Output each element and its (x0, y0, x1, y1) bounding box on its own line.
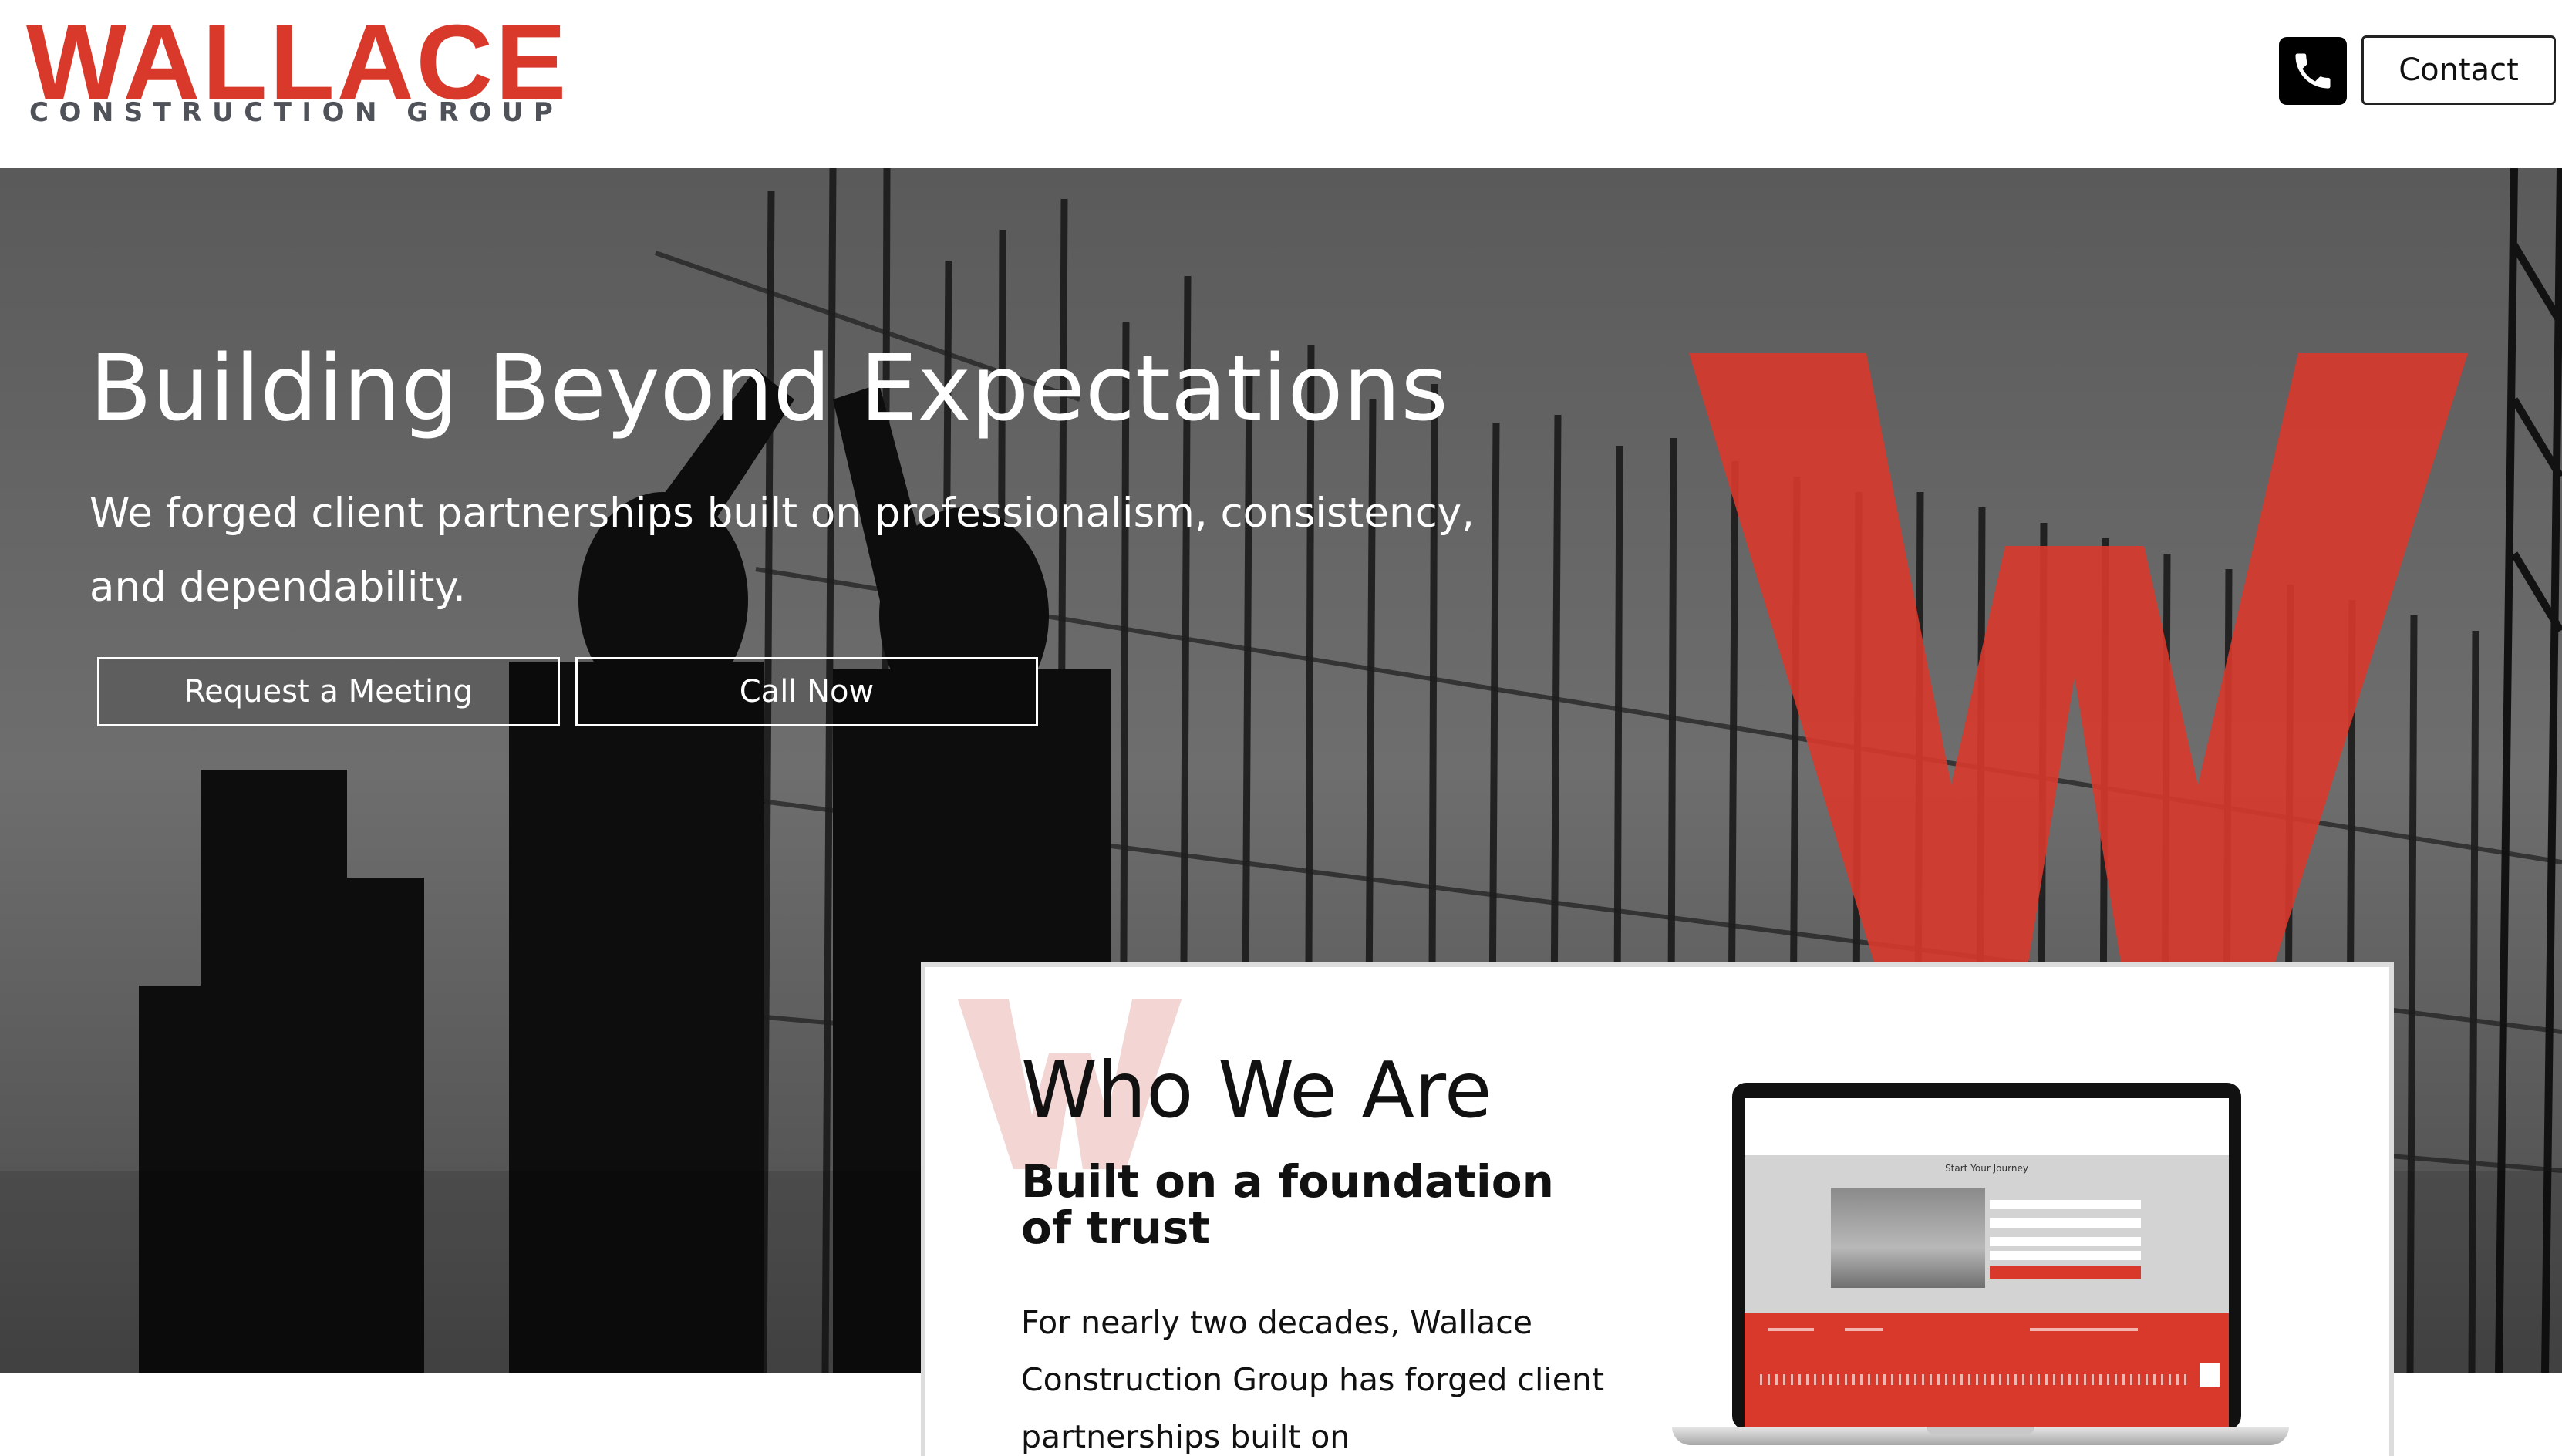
mockup-field (1990, 1200, 2141, 1209)
hero-title: Building Beyond Expectations (89, 335, 1448, 441)
mockup-form-area: Start Your Journey (1745, 1155, 2229, 1313)
laptop-mockup: Start Your Journey (1672, 1083, 2289, 1456)
section-body-text: For nearly two decades, Wallace Construc… (1021, 1304, 1605, 1455)
mockup-submit-button (1990, 1266, 2141, 1279)
mockup-footer-logo (2200, 1363, 2220, 1387)
laptop-screen: Start Your Journey (1745, 1098, 2229, 1430)
section-subtitle: Built on a foundation of trust (1021, 1155, 1554, 1254)
mockup-field (1990, 1251, 2141, 1260)
phone-icon (2295, 53, 2331, 89)
mockup-footer-line (1845, 1328, 1883, 1331)
company-logo[interactable]: WALLACE CONSTRUCTION GROUP (26, 9, 566, 136)
mockup-footer-line (1768, 1328, 1814, 1331)
contact-button[interactable]: Contact (2361, 35, 2556, 105)
mockup-form-title: Start Your Journey (1945, 1163, 2028, 1174)
wallace-w-watermark (1689, 353, 2468, 962)
call-now-button[interactable]: Call Now (575, 657, 1038, 726)
mockup-footer-line (2030, 1328, 2138, 1331)
who-we-are-card: Who We Are Built on a foundation of trus… (921, 962, 2394, 1456)
site-header: WALLACE CONSTRUCTION GROUP Contact (0, 0, 2562, 168)
mockup-nav (1745, 1098, 2229, 1155)
mockup-field (1990, 1237, 2141, 1246)
mockup-footer-pattern (1760, 1374, 2192, 1385)
mockup-footer (1745, 1313, 2229, 1430)
hero-subtitle: We forged client partnerships built on p… (89, 490, 1475, 611)
section-title: Who We Are (1021, 1045, 1492, 1135)
phone-button[interactable] (2279, 37, 2347, 105)
mockup-field (1990, 1218, 2141, 1228)
logo-tagline: CONSTRUCTION GROUP (29, 97, 564, 128)
mockup-photo (1831, 1188, 1985, 1288)
request-meeting-button[interactable]: Request a Meeting (97, 657, 560, 726)
laptop-notch (1927, 1427, 2034, 1434)
